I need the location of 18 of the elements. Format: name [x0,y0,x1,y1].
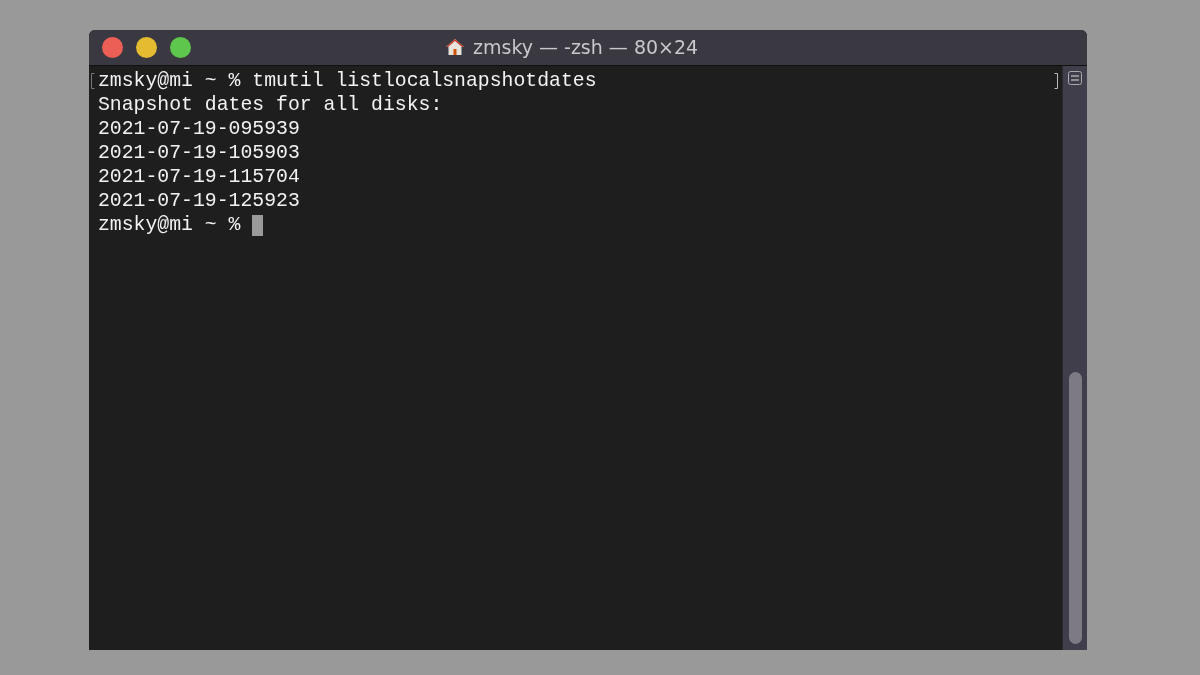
terminal-line: 2021-07-19-105903 [98,141,300,165]
mark-bracket-icon [91,73,95,89]
scrollbar[interactable] [1062,66,1087,650]
minimize-button[interactable] [136,37,157,58]
terminal-line: Snapshot dates for all disks: [98,93,443,117]
split-pane-icon[interactable] [1067,70,1083,86]
text-cursor [252,214,264,236]
terminal-line: 2021-07-19-095939 [98,117,300,141]
scrollbar-thumb[interactable] [1068,372,1082,644]
terminal-line: 2021-07-19-125923 [98,189,300,213]
house-icon [445,37,465,57]
window-title: zmsky — -zsh — 80×24 [473,36,699,58]
terminal-line: zmsky@mi ~ % [98,213,241,237]
terminal-line: zmsky@mi ~ % tmutil listlocalsnapshotdates [98,69,597,93]
terminal-line: 2021-07-19-115704 [98,165,300,189]
close-button[interactable] [102,37,123,58]
zoom-button[interactable] [170,37,191,58]
mark-bracket-icon [1054,73,1058,89]
